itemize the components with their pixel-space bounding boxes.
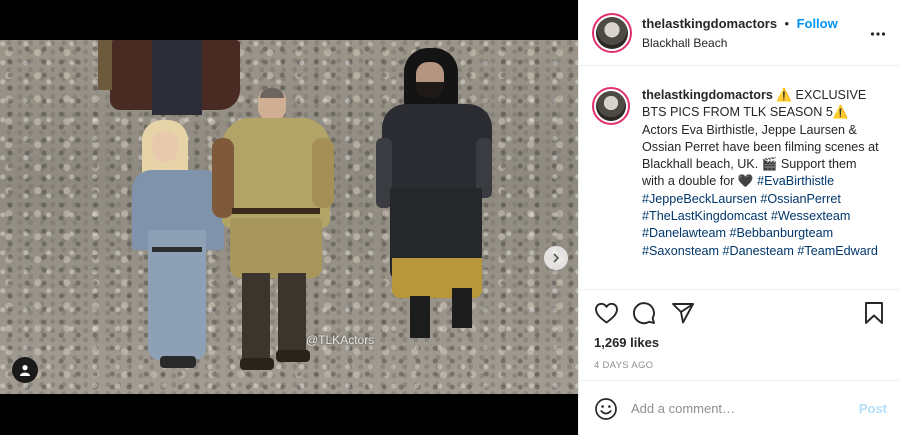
post-caption: thelastkingdomactors ⚠️ EXCLUSIVE BTS PI…: [592, 87, 892, 260]
post-details-panel: thelastkingdomactors • Follow Blackhall …: [578, 0, 900, 435]
location-link[interactable]: Blackhall Beach: [642, 36, 838, 50]
man-in-black-figure: [376, 48, 496, 338]
emoji-icon: [595, 398, 617, 420]
next-photo-button[interactable]: [544, 246, 568, 270]
hashtag-link[interactable]: #EvaBirthistle: [757, 174, 834, 188]
post-timestamp[interactable]: 4 DAYS AGO: [594, 360, 653, 371]
avatar[interactable]: [592, 12, 632, 53]
emoji-button[interactable]: [594, 397, 618, 426]
likes-count[interactable]: 1,269 likes: [594, 335, 659, 350]
share-button[interactable]: [671, 301, 695, 330]
caption-avatar[interactable]: [592, 87, 630, 125]
hashtag-link[interactable]: #TheLastKingdomcast: [642, 209, 767, 223]
hashtag-link[interactable]: #Saxonsteam: [642, 244, 719, 258]
header-username-link[interactable]: thelastkingdomactors: [642, 16, 777, 31]
post-photo[interactable]: @TLKActors: [0, 40, 578, 394]
send-icon: [672, 303, 694, 324]
user-tags-button[interactable]: [12, 357, 38, 383]
caption-username-link[interactable]: thelastkingdomactors: [642, 88, 773, 102]
comment-button[interactable]: [632, 301, 656, 330]
hashtag-link[interactable]: #Danelawteam: [642, 226, 726, 240]
hashtag-link[interactable]: #Danesteam: [723, 244, 794, 258]
save-button[interactable]: [863, 301, 885, 330]
bookmark-icon: [865, 302, 883, 324]
heart-icon: [595, 302, 618, 324]
hashtag-link[interactable]: #Wessexteam: [771, 209, 851, 223]
more-options-button[interactable]: [870, 26, 886, 42]
header-separator: •: [784, 16, 790, 31]
more-options-icon: [870, 32, 886, 36]
comment-icon: [633, 302, 655, 325]
hashtag-link[interactable]: #JeppeBeckLaursen: [642, 192, 757, 206]
hashtag-link[interactable]: #TeamEdward: [797, 244, 878, 258]
post-actions: 1,269 likes 4 DAYS AGO: [579, 289, 900, 375]
hashtag-link[interactable]: #Bebbanburgteam: [730, 226, 834, 240]
hashtag-link[interactable]: #OssianPerret: [760, 192, 841, 206]
chevron-right-icon: [553, 253, 560, 263]
follow-button[interactable]: Follow: [797, 16, 838, 31]
comment-input[interactable]: [631, 397, 841, 419]
post-media: @TLKActors: [0, 0, 578, 435]
header-text: thelastkingdomactors • Follow Blackhall …: [642, 15, 838, 50]
like-button[interactable]: [594, 301, 619, 330]
comment-bar: Post: [579, 380, 900, 435]
man-in-tunic-figure: [212, 88, 337, 370]
user-tag-icon: [20, 365, 30, 376]
photo-watermark: @TLKActors: [306, 333, 375, 347]
post-comment-button[interactable]: Post: [859, 401, 887, 416]
caption-text: thelastkingdomactors ⚠️ EXCLUSIVE BTS PI…: [642, 87, 882, 260]
post-header: thelastkingdomactors • Follow Blackhall …: [579, 0, 900, 66]
